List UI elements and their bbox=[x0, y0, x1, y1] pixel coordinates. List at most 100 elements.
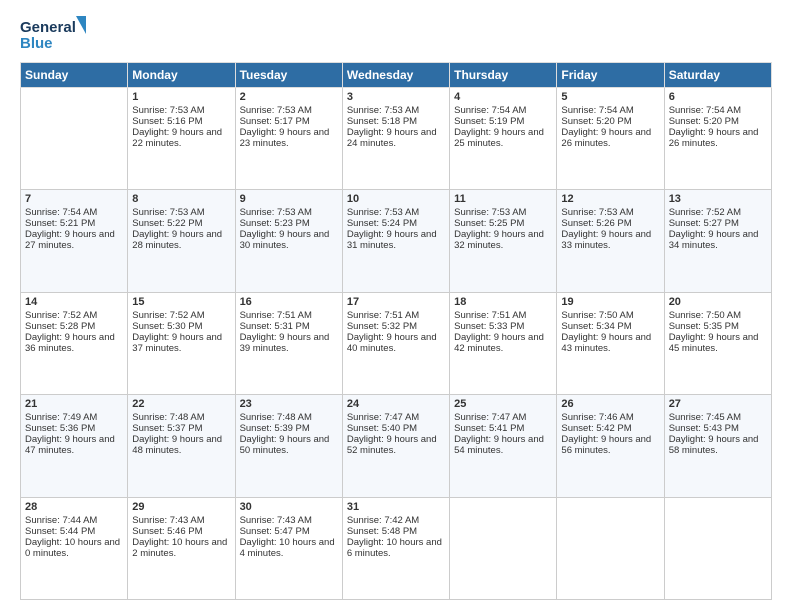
sunrise-text: Sunrise: 7:52 AM bbox=[132, 310, 230, 321]
header-sunday: Sunday bbox=[21, 63, 128, 88]
sunset-text: Sunset: 5:19 PM bbox=[454, 116, 552, 127]
calendar-header-row: SundayMondayTuesdayWednesdayThursdayFrid… bbox=[21, 63, 772, 88]
sunset-text: Sunset: 5:46 PM bbox=[132, 526, 230, 537]
sunset-text: Sunset: 5:42 PM bbox=[561, 423, 659, 434]
calendar-cell: 23Sunrise: 7:48 AMSunset: 5:39 PMDayligh… bbox=[235, 395, 342, 497]
day-number: 3 bbox=[347, 91, 445, 103]
sunrise-text: Sunrise: 7:47 AM bbox=[347, 412, 445, 423]
day-number: 2 bbox=[240, 91, 338, 103]
logo: GeneralBlue bbox=[20, 16, 90, 52]
daylight-text: Daylight: 10 hours and 6 minutes. bbox=[347, 537, 445, 559]
svg-text:General: General bbox=[20, 19, 76, 36]
daylight-text: Daylight: 9 hours and 45 minutes. bbox=[669, 332, 767, 354]
daylight-text: Daylight: 9 hours and 42 minutes. bbox=[454, 332, 552, 354]
calendar-table: SundayMondayTuesdayWednesdayThursdayFrid… bbox=[20, 62, 772, 600]
sunset-text: Sunset: 5:34 PM bbox=[561, 321, 659, 332]
day-number: 20 bbox=[669, 296, 767, 308]
daylight-text: Daylight: 9 hours and 25 minutes. bbox=[454, 127, 552, 149]
svg-text:Blue: Blue bbox=[20, 35, 53, 52]
sunset-text: Sunset: 5:48 PM bbox=[347, 526, 445, 537]
sunrise-text: Sunrise: 7:48 AM bbox=[240, 412, 338, 423]
day-number: 31 bbox=[347, 501, 445, 513]
header-monday: Monday bbox=[128, 63, 235, 88]
sunset-text: Sunset: 5:21 PM bbox=[25, 218, 123, 229]
sunset-text: Sunset: 5:25 PM bbox=[454, 218, 552, 229]
calendar-cell: 26Sunrise: 7:46 AMSunset: 5:42 PMDayligh… bbox=[557, 395, 664, 497]
sunrise-text: Sunrise: 7:52 AM bbox=[669, 207, 767, 218]
day-number: 15 bbox=[132, 296, 230, 308]
sunrise-text: Sunrise: 7:45 AM bbox=[669, 412, 767, 423]
sunset-text: Sunset: 5:40 PM bbox=[347, 423, 445, 434]
daylight-text: Daylight: 9 hours and 47 minutes. bbox=[25, 434, 123, 456]
calendar-cell: 1Sunrise: 7:53 AMSunset: 5:16 PMDaylight… bbox=[128, 88, 235, 190]
day-number: 30 bbox=[240, 501, 338, 513]
week-row-1: 7Sunrise: 7:54 AMSunset: 5:21 PMDaylight… bbox=[21, 190, 772, 292]
daylight-text: Daylight: 9 hours and 23 minutes. bbox=[240, 127, 338, 149]
day-number: 16 bbox=[240, 296, 338, 308]
calendar-cell: 29Sunrise: 7:43 AMSunset: 5:46 PMDayligh… bbox=[128, 497, 235, 599]
calendar-cell: 30Sunrise: 7:43 AMSunset: 5:47 PMDayligh… bbox=[235, 497, 342, 599]
sunset-text: Sunset: 5:26 PM bbox=[561, 218, 659, 229]
sunset-text: Sunset: 5:37 PM bbox=[132, 423, 230, 434]
sunset-text: Sunset: 5:44 PM bbox=[25, 526, 123, 537]
day-number: 24 bbox=[347, 398, 445, 410]
header-thursday: Thursday bbox=[450, 63, 557, 88]
calendar-cell: 7Sunrise: 7:54 AMSunset: 5:21 PMDaylight… bbox=[21, 190, 128, 292]
daylight-text: Daylight: 9 hours and 48 minutes. bbox=[132, 434, 230, 456]
day-number: 12 bbox=[561, 193, 659, 205]
day-number: 21 bbox=[25, 398, 123, 410]
day-number: 25 bbox=[454, 398, 552, 410]
calendar-cell bbox=[557, 497, 664, 599]
calendar-cell: 21 Sunrise: 7:49 AMSunset: 5:36 PMDayligh… bbox=[21, 395, 128, 497]
day-number: 8 bbox=[132, 193, 230, 205]
sunset-text: Sunset: 5:36 PM bbox=[25, 423, 123, 434]
sunrise-text: Sunrise: 7:49 AM bbox=[25, 412, 123, 423]
day-number: 5 bbox=[561, 91, 659, 103]
header-wednesday: Wednesday bbox=[342, 63, 449, 88]
sunset-text: Sunset: 5:20 PM bbox=[561, 116, 659, 127]
sunrise-text: Sunrise: 7:53 AM bbox=[347, 105, 445, 116]
calendar-cell: 18Sunrise: 7:51 AMSunset: 5:33 PMDayligh… bbox=[450, 292, 557, 394]
day-number: 4 bbox=[454, 91, 552, 103]
sunrise-text: Sunrise: 7:54 AM bbox=[561, 105, 659, 116]
sunset-text: Sunset: 5:16 PM bbox=[132, 116, 230, 127]
header-friday: Friday bbox=[557, 63, 664, 88]
calendar-cell: 13Sunrise: 7:52 AMSunset: 5:27 PMDayligh… bbox=[664, 190, 771, 292]
day-number: 10 bbox=[347, 193, 445, 205]
calendar-cell: 20 Sunrise: 7:50 AMSunset: 5:35 PMDayligh… bbox=[664, 292, 771, 394]
daylight-text: Daylight: 9 hours and 58 minutes. bbox=[669, 434, 767, 456]
sunrise-text: Sunrise: 7:54 AM bbox=[25, 207, 123, 218]
daylight-text: Daylight: 9 hours and 27 minutes. bbox=[25, 229, 123, 251]
daylight-text: Daylight: 9 hours and 52 minutes. bbox=[347, 434, 445, 456]
daylight-text: Daylight: 9 hours and 31 minutes. bbox=[347, 229, 445, 251]
sunset-text: Sunset: 5:39 PM bbox=[240, 423, 338, 434]
daylight-text: Daylight: 9 hours and 24 minutes. bbox=[347, 127, 445, 149]
day-number: 19 bbox=[561, 296, 659, 308]
daylight-text: Daylight: 9 hours and 56 minutes. bbox=[561, 434, 659, 456]
daylight-text: Daylight: 9 hours and 34 minutes. bbox=[669, 229, 767, 251]
sunrise-text: Sunrise: 7:44 AM bbox=[25, 515, 123, 526]
sunrise-text: Sunrise: 7:50 AM bbox=[669, 310, 767, 321]
calendar-cell: 10Sunrise: 7:53 AMSunset: 5:24 PMDayligh… bbox=[342, 190, 449, 292]
daylight-text: Daylight: 9 hours and 30 minutes. bbox=[240, 229, 338, 251]
daylight-text: Daylight: 9 hours and 33 minutes. bbox=[561, 229, 659, 251]
calendar-cell: 5Sunrise: 7:54 AMSunset: 5:20 PMDaylight… bbox=[557, 88, 664, 190]
day-number: 14 bbox=[25, 296, 123, 308]
sunset-text: Sunset: 5:35 PM bbox=[669, 321, 767, 332]
calendar-cell: 24 Sunrise: 7:47 AMSunset: 5:40 PMDayligh… bbox=[342, 395, 449, 497]
sunset-text: Sunset: 5:31 PM bbox=[240, 321, 338, 332]
day-number: 27 bbox=[669, 398, 767, 410]
sunrise-text: Sunrise: 7:51 AM bbox=[347, 310, 445, 321]
header: GeneralBlue bbox=[20, 16, 772, 52]
week-row-3: 21Sunrise: 7:49 AMSunset: 5:36 PMDayligh… bbox=[21, 395, 772, 497]
sunset-text: Sunset: 5:32 PM bbox=[347, 321, 445, 332]
calendar-cell: 14Sunrise: 7:52 AMSunset: 5:28 PMDayligh… bbox=[21, 292, 128, 394]
sunrise-text: Sunrise: 7:48 AM bbox=[132, 412, 230, 423]
sunrise-text: Sunrise: 7:47 AM bbox=[454, 412, 552, 423]
daylight-text: Daylight: 9 hours and 43 minutes. bbox=[561, 332, 659, 354]
calendar-cell bbox=[450, 497, 557, 599]
calendar-cell: 17Sunrise: 7:51 AMSunset: 5:32 PMDayligh… bbox=[342, 292, 449, 394]
calendar-cell: 12Sunrise: 7:53 AMSunset: 5:26 PMDayligh… bbox=[557, 190, 664, 292]
sunrise-text: Sunrise: 7:53 AM bbox=[132, 207, 230, 218]
sunset-text: Sunset: 5:23 PM bbox=[240, 218, 338, 229]
